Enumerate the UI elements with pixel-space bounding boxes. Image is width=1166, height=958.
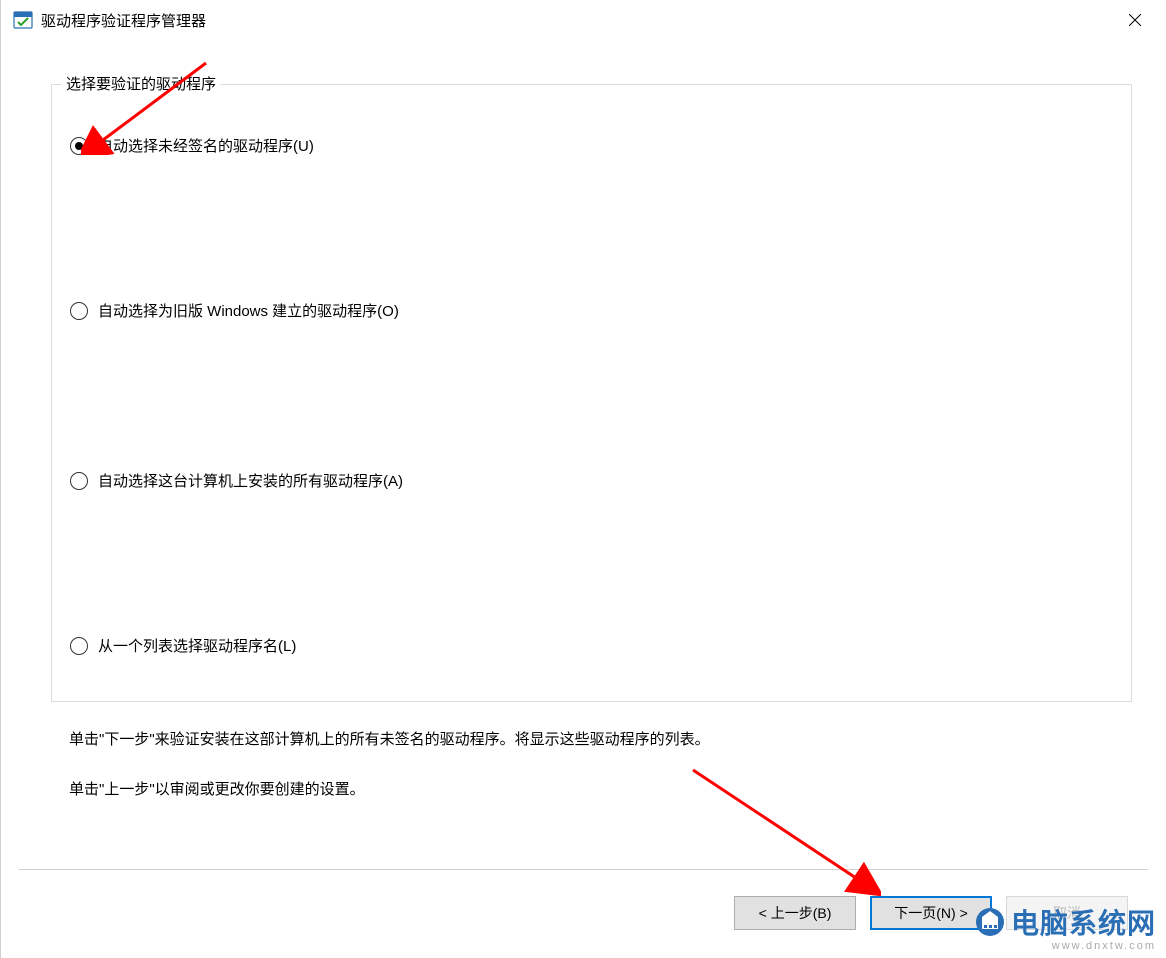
radio-icon	[70, 137, 88, 155]
help-line-2: 单击"上一步"以审阅或更改你要创建的设置。	[69, 778, 365, 799]
separator-line	[19, 869, 1148, 870]
radio-select-from-list[interactable]: 从一个列表选择驱动程序名(L)	[70, 635, 296, 656]
content-area: 选择要验证的驱动程序 自动选择未经签名的驱动程序(U) 自动选择为旧版 Wind…	[19, 40, 1148, 958]
dialog-window: 驱动程序验证程序管理器 选择要验证的驱动程序 自动选择未经签名的驱动程序(U) …	[0, 0, 1166, 958]
radio-icon	[70, 472, 88, 490]
radio-label: 自动选择这台计算机上安装的所有驱动程序(A)	[98, 470, 403, 491]
radio-all-installed-drivers[interactable]: 自动选择这台计算机上安装的所有驱动程序(A)	[70, 470, 403, 491]
next-button[interactable]: 下一页(N) >	[870, 896, 992, 930]
cancel-button: 取消	[1006, 896, 1128, 930]
window-title: 驱动程序验证程序管理器	[41, 10, 1112, 31]
radio-older-windows-drivers[interactable]: 自动选择为旧版 Windows 建立的驱动程序(O)	[70, 300, 399, 321]
radio-unsigned-drivers[interactable]: 自动选择未经签名的驱动程序(U)	[70, 135, 314, 156]
back-button[interactable]: < 上一步(B)	[734, 896, 856, 930]
close-icon	[1129, 14, 1141, 26]
radio-label: 自动选择未经签名的驱动程序(U)	[98, 135, 314, 156]
radio-label: 自动选择为旧版 Windows 建立的驱动程序(O)	[98, 300, 399, 321]
driver-select-group: 选择要验证的驱动程序 自动选择未经签名的驱动程序(U) 自动选择为旧版 Wind…	[51, 84, 1132, 702]
title-bar: 驱动程序验证程序管理器	[1, 0, 1166, 40]
radio-label: 从一个列表选择驱动程序名(L)	[98, 635, 296, 656]
close-button[interactable]	[1112, 4, 1158, 36]
help-line-1: 单击"下一步"来验证安装在这部计算机上的所有未签名的驱动程序。将显示这些驱动程序…	[69, 728, 710, 749]
group-legend: 选择要验证的驱动程序	[62, 73, 220, 94]
radio-icon	[70, 302, 88, 320]
app-icon	[13, 11, 33, 29]
button-row: < 上一步(B) 下一页(N) > 取消	[734, 896, 1128, 930]
radio-icon	[70, 637, 88, 655]
